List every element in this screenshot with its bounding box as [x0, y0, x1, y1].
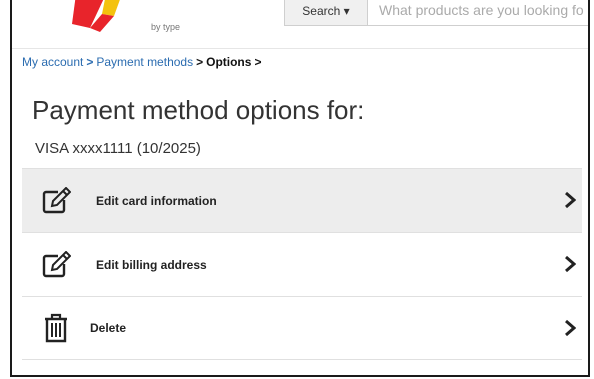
- edit-icon: [40, 249, 72, 281]
- chevron-right-icon: [565, 255, 576, 273]
- search-category-button[interactable]: Search ▾: [284, 0, 368, 26]
- option-delete[interactable]: Delete: [22, 296, 582, 360]
- brand-logo[interactable]: [72, 0, 122, 32]
- breadcrumb-separator-icon: >: [196, 55, 204, 69]
- search-input[interactable]: What products are you looking fo: [368, 0, 588, 26]
- option-label: Edit billing address: [96, 257, 207, 272]
- browser-viewport: by type Search ▾ What products are you l…: [10, 0, 590, 377]
- logo-subtitle: by type: [151, 22, 181, 32]
- card-label: VISA xxxx1111 (10/2025): [35, 140, 201, 157]
- breadcrumb: My account > Payment methods > Options >: [22, 55, 261, 69]
- trash-icon: [40, 312, 72, 344]
- option-edit-card[interactable]: Edit card information: [22, 168, 582, 232]
- options-list: Edit card information Edit billing addre…: [22, 168, 582, 360]
- breadcrumb-link-payment-methods[interactable]: Payment methods: [96, 55, 193, 69]
- chevron-right-icon: [565, 319, 576, 337]
- page-title: Payment method options for:: [32, 95, 365, 125]
- option-label: Delete: [90, 321, 127, 335]
- breadcrumb-current: Options: [206, 55, 252, 69]
- breadcrumb-link-my-account[interactable]: My account: [22, 55, 83, 69]
- option-edit-billing-address[interactable]: Edit billing address: [22, 232, 582, 296]
- site-header: by type Search ▾ What products are you l…: [12, 0, 588, 49]
- option-label: Edit card information: [96, 193, 217, 208]
- edit-icon: [40, 185, 72, 217]
- breadcrumb-separator-icon: >: [86, 55, 94, 69]
- chevron-right-icon: [565, 191, 576, 209]
- breadcrumb-separator-icon: >: [254, 55, 262, 69]
